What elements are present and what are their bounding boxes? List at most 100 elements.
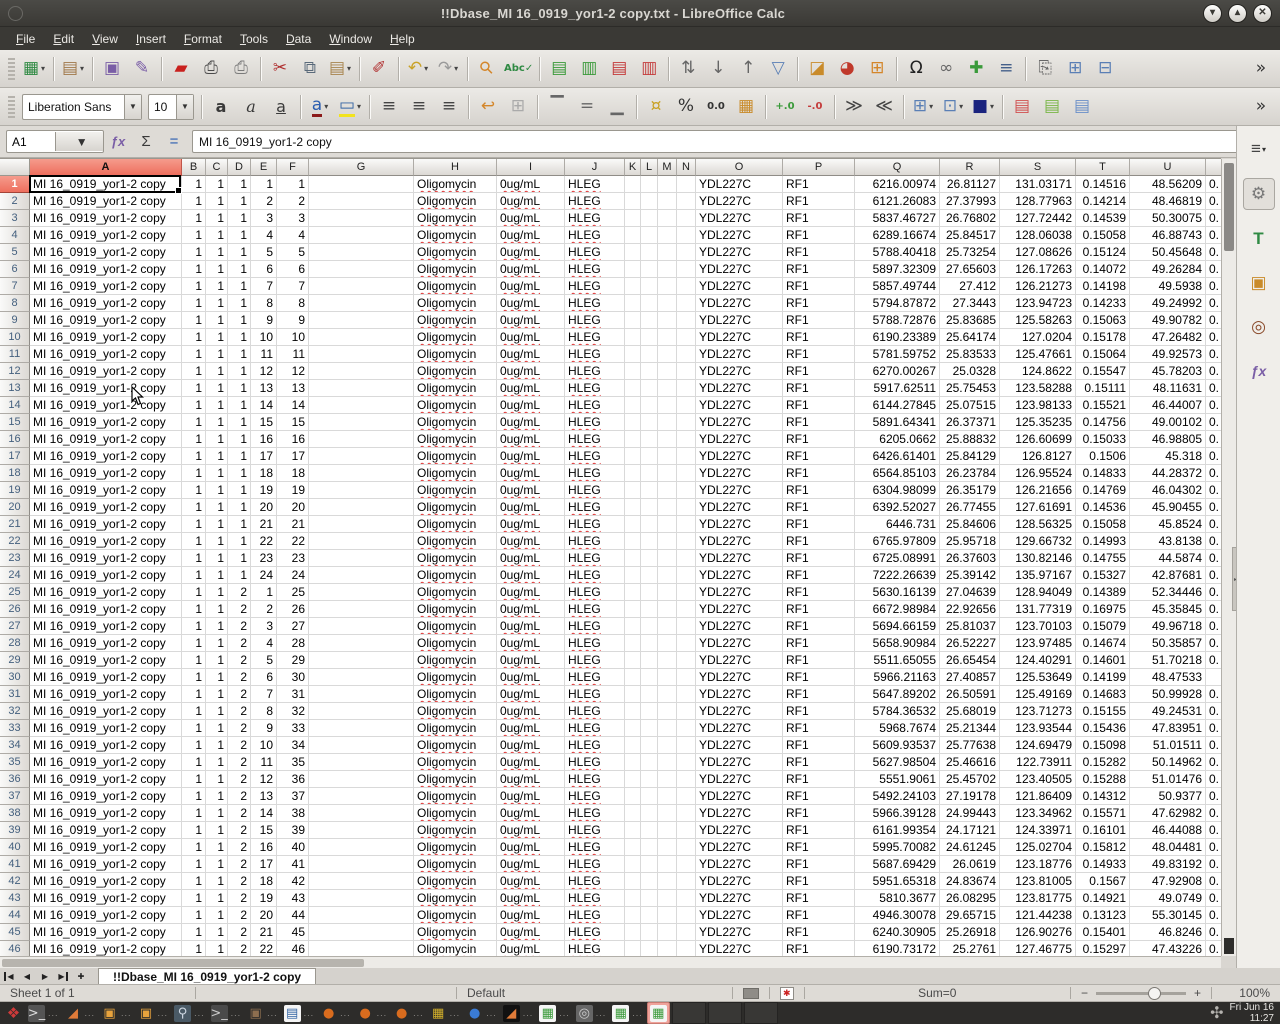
cell-I10[interactable]: 0ug/mL [497, 329, 565, 346]
cell-E34[interactable]: 10 [251, 737, 277, 754]
cell-E36[interactable]: 12 [251, 771, 277, 788]
cell-P28[interactable]: RF1 [783, 635, 855, 652]
cell-H4[interactable]: Oligomycin [414, 227, 497, 244]
cell-B22[interactable]: 1 [182, 533, 206, 550]
cell-Q21[interactable]: 6446.731 [855, 516, 940, 533]
cell-C11[interactable]: 1 [206, 346, 228, 363]
cell-T11[interactable]: 0.15064 [1076, 346, 1130, 363]
cell-K23[interactable] [625, 550, 641, 567]
special-character-icon[interactable]: Ω [901, 55, 931, 83]
cell-N20[interactable] [677, 499, 696, 516]
cell-A32[interactable]: MI 16_0919_yor1-2 copy [30, 703, 182, 720]
column-header-Q[interactable]: Q [855, 159, 940, 176]
cell-B15[interactable]: 1 [182, 414, 206, 431]
cell-I35[interactable]: 0ug/mL [497, 754, 565, 771]
cell-B46[interactable]: 1 [182, 941, 206, 957]
cell-G7[interactable] [309, 278, 414, 295]
cell-N39[interactable] [677, 822, 696, 839]
conditional-formatting-icon[interactable]: ▤ [1007, 93, 1037, 121]
cell-J33[interactable]: HLEG [565, 720, 625, 737]
cell-H29[interactable]: Oligomycin [414, 652, 497, 669]
zoom-slider-knob[interactable] [1148, 987, 1161, 1000]
cell-F11[interactable]: 11 [277, 346, 309, 363]
cell-I18[interactable]: 0ug/mL [497, 465, 565, 482]
cell-Q10[interactable]: 6190.23389 [855, 329, 940, 346]
cell-P18[interactable]: RF1 [783, 465, 855, 482]
page-style[interactable]: Default [457, 985, 732, 1001]
decrease-indent-icon[interactable]: ≪ [869, 93, 899, 121]
cell-T19[interactable]: 0.14769 [1076, 482, 1130, 499]
cell-N1[interactable] [677, 176, 696, 193]
cell-P26[interactable]: RF1 [783, 601, 855, 618]
cell-Q18[interactable]: 6564.85103 [855, 465, 940, 482]
page-preview-icon[interactable]: ⎘ [1030, 55, 1060, 83]
cell-A39[interactable]: MI 16_0919_yor1-2 copy [30, 822, 182, 839]
cell-E46[interactable]: 22 [251, 941, 277, 957]
cell-M16[interactable] [658, 431, 677, 448]
cell-G35[interactable] [309, 754, 414, 771]
cell-I45[interactable]: 0ug/mL [497, 924, 565, 941]
cell-U14[interactable]: 46.44007 [1130, 397, 1206, 414]
cell-D11[interactable]: 1 [228, 346, 251, 363]
cell-E5[interactable]: 5 [251, 244, 277, 261]
cell-K18[interactable] [625, 465, 641, 482]
cell-J11[interactable]: HLEG [565, 346, 625, 363]
cell-Q42[interactable]: 5951.65318 [855, 873, 940, 890]
cell-H10[interactable]: Oligomycin [414, 329, 497, 346]
cell-Q36[interactable]: 5551.9061 [855, 771, 940, 788]
cell-F31[interactable]: 31 [277, 686, 309, 703]
cell-D12[interactable]: 1 [228, 363, 251, 380]
cell-G16[interactable] [309, 431, 414, 448]
cell-U38[interactable]: 47.62982 [1130, 805, 1206, 822]
cell-H13[interactable]: Oligomycin [414, 380, 497, 397]
cell-U45[interactable]: 46.8246 [1130, 924, 1206, 941]
cell-H45[interactable]: Oligomycin [414, 924, 497, 941]
cell-I21[interactable]: 0ug/mL [497, 516, 565, 533]
cell-A12[interactable]: MI 16_0919_yor1-2 copy [30, 363, 182, 380]
cell-U28[interactable]: 50.35857 [1130, 635, 1206, 652]
sort-ascending-icon[interactable]: ↓ [703, 55, 733, 83]
cell-M42[interactable] [658, 873, 677, 890]
cell-H31[interactable]: Oligomycin [414, 686, 497, 703]
cell-G24[interactable] [309, 567, 414, 584]
cell-N29[interactable] [677, 652, 696, 669]
cell-O21[interactable]: YDL227C [696, 516, 783, 533]
cell-E1[interactable]: 1 [251, 176, 277, 193]
row-header-8[interactable]: 8 [0, 295, 30, 312]
cell-T38[interactable]: 0.15571 [1076, 805, 1130, 822]
zoom-percent[interactable]: 100% [1212, 985, 1280, 1001]
cell-C4[interactable]: 1 [206, 227, 228, 244]
cell-R26[interactable]: 22.92656 [940, 601, 1000, 618]
cell-M4[interactable] [658, 227, 677, 244]
cell-O26[interactable]: YDL227C [696, 601, 783, 618]
cell-I44[interactable]: 0ug/mL [497, 907, 565, 924]
cell-M24[interactable] [658, 567, 677, 584]
cell-E22[interactable]: 22 [251, 533, 277, 550]
split-window-icon[interactable]: ⊟ [1090, 55, 1120, 83]
cell-I41[interactable]: 0ug/mL [497, 856, 565, 873]
taskbar-item-calc-spreadsheet[interactable]: ▦... [537, 1003, 572, 1023]
cell-Q27[interactable]: 5694.66159 [855, 618, 940, 635]
cell-M35[interactable] [658, 754, 677, 771]
cell-L26[interactable] [641, 601, 658, 618]
cell-K17[interactable] [625, 448, 641, 465]
cell-D13[interactable]: 1 [228, 380, 251, 397]
cell-R20[interactable]: 26.77455 [940, 499, 1000, 516]
cell-C31[interactable]: 1 [206, 686, 228, 703]
cell-B40[interactable]: 1 [182, 839, 206, 856]
cell-F44[interactable]: 44 [277, 907, 309, 924]
cell-V27[interactable]: 0. [1206, 618, 1221, 635]
cell-F45[interactable]: 45 [277, 924, 309, 941]
cell-C24[interactable]: 1 [206, 567, 228, 584]
cell-F16[interactable]: 16 [277, 431, 309, 448]
cell-S31[interactable]: 125.49169 [1000, 686, 1076, 703]
cell-U15[interactable]: 49.00102 [1130, 414, 1206, 431]
cell-D43[interactable]: 2 [228, 890, 251, 907]
cell-A15[interactable]: MI 16_0919_yor1-2 copy [30, 414, 182, 431]
cell-V23[interactable]: 0. [1206, 550, 1221, 567]
cell-M36[interactable] [658, 771, 677, 788]
save-icon[interactable]: ▣ [97, 55, 127, 83]
cell-I2[interactable]: 0ug/mL [497, 193, 565, 210]
cell-O29[interactable]: YDL227C [696, 652, 783, 669]
taskbar-empty-slot[interactable] [708, 1002, 742, 1024]
